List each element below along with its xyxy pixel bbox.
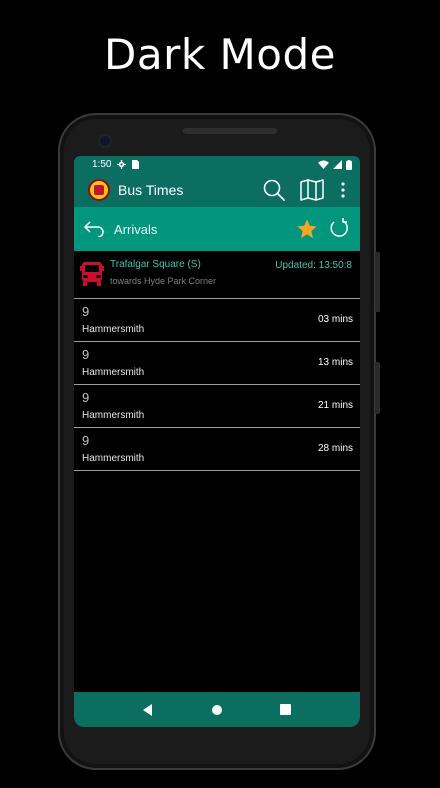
arrivals-list: 9 Hammersmith 03 mins 9 Hammersmith 13 m… [74,299,360,471]
arrival-row[interactable]: 9 Hammersmith 21 mins [74,385,360,428]
stop-name: Trafalgar Square (S) [110,259,201,270]
search-icon[interactable] [260,176,288,204]
wifi-icon [318,160,329,169]
system-nav-bar [74,692,360,727]
arrivals-bar: Arrivals [74,207,360,251]
eta: 28 mins [317,443,353,454]
route-number: 9 [82,433,90,448]
app-toolbar: Bus Times [74,173,360,207]
arrivals-title: Arrivals [114,221,158,237]
app-logo-icon [88,179,110,201]
app-title: Bus Times [118,182,184,198]
nav-back-icon[interactable] [138,700,158,720]
earpiece-speaker [183,128,277,134]
sim-icon [132,160,140,169]
arrival-row[interactable]: 9 Hammersmith 28 mins [74,428,360,471]
map-icon[interactable] [298,176,326,204]
nav-home-icon[interactable] [207,700,227,720]
more-vert-icon[interactable] [336,176,350,204]
settings-icon [117,160,127,169]
volume-button [375,362,380,414]
destination: Hammersmith [82,324,145,335]
destination: Hammersmith [82,453,145,464]
front-camera [100,136,110,146]
route-number: 9 [82,390,90,405]
stop-direction: towards Hyde Park Corner [110,276,217,286]
eta: 21 mins [317,400,353,411]
updated-time: Updated: 13:50:8 [275,260,352,271]
status-time: 1:50 [92,159,112,170]
arrival-row[interactable]: 9 Hammersmith 13 mins [74,342,360,385]
arrival-row[interactable]: 9 Hammersmith 03 mins [74,299,360,342]
refresh-icon[interactable] [326,216,352,242]
status-bar: 1:50 [74,156,360,173]
route-number: 9 [82,304,90,319]
eta: 03 mins [317,314,353,325]
eta: 13 mins [317,357,353,368]
back-icon[interactable] [82,217,106,241]
destination: Hammersmith [82,410,145,421]
promo-headline: Dark Mode [104,30,336,79]
signal-icon [333,160,342,169]
bus-icon [80,262,104,286]
route-number: 9 [82,347,90,362]
battery-icon [346,159,352,170]
star-icon[interactable] [294,216,320,242]
nav-recents-icon[interactable] [276,700,296,720]
stop-header: Trafalgar Square (S) towards Hyde Park C… [74,251,360,299]
phone-screen: 1:50 Bus Times Arrivals Trafalgar Square… [74,156,360,727]
destination: Hammersmith [82,367,145,378]
power-button [375,252,380,312]
